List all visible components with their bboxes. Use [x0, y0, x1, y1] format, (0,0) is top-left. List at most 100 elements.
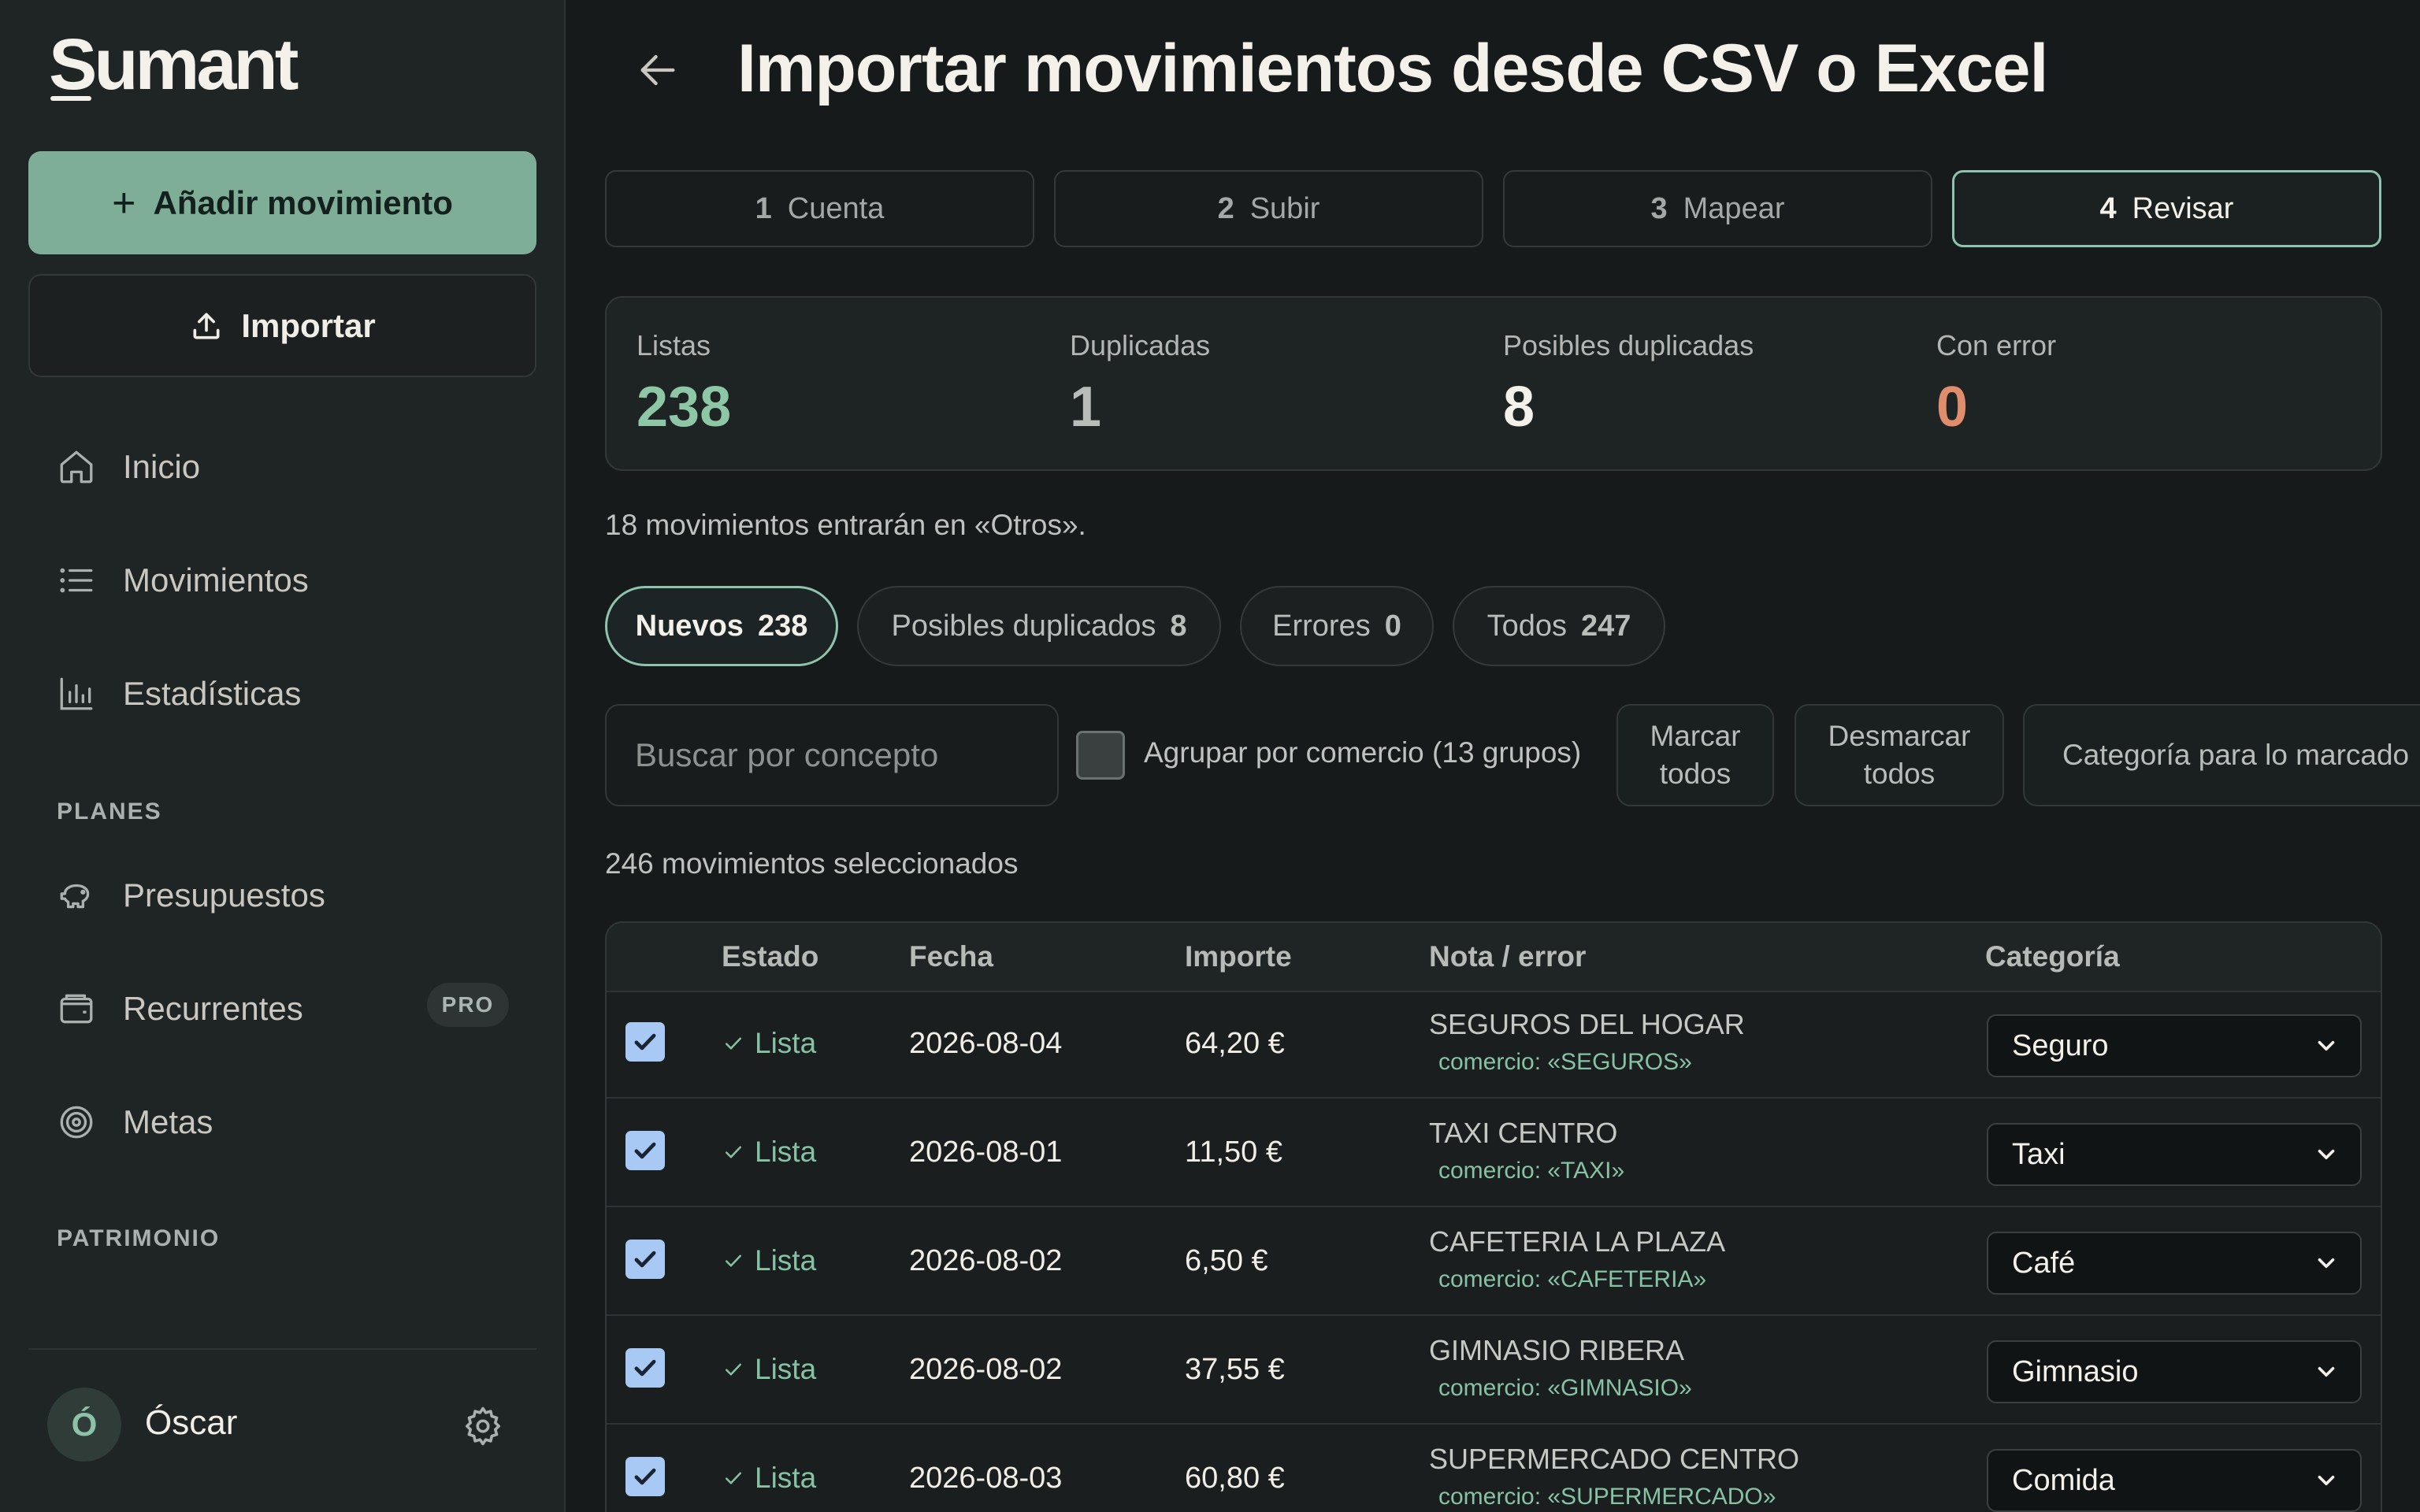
- check-icon: [726, 1254, 741, 1267]
- row-amount: 64,20 €: [1185, 1027, 1285, 1060]
- nav-item-label: Inicio: [123, 448, 201, 485]
- nav-item-label: Movimientos: [123, 561, 309, 598]
- stat-label: Listas: [637, 329, 711, 361]
- row-date: 2026-08-02: [909, 1353, 1063, 1386]
- import-button[interactable]: Importar: [28, 274, 536, 377]
- plus-icon: +: [112, 180, 136, 226]
- row-concept: SEGUROS DEL HOGAR: [1429, 1008, 1745, 1040]
- step-subir[interactable]: 2 Subir: [1054, 170, 1483, 247]
- summary-stats: Listas 238 Duplicadas 1 Posibles duplica…: [605, 296, 2382, 471]
- row-amount: 60,80 €: [1185, 1462, 1285, 1495]
- stat-listas: Listas 238: [637, 329, 731, 439]
- filter-label: Nuevos: [635, 609, 744, 643]
- wallet-icon: [60, 994, 93, 1024]
- row-date: 2026-08-03: [909, 1462, 1063, 1495]
- column-header-importe: Importe: [1185, 940, 1292, 973]
- search-input[interactable]: [605, 704, 1059, 806]
- transactions-table: Estado Fecha Importe Nota / error Catego…: [605, 921, 2382, 1512]
- nav-item-metas[interactable]: Metas: [57, 1095, 213, 1150]
- add-transaction-button[interactable]: + Añadir movimiento: [28, 151, 536, 254]
- avatar[interactable]: Ó: [47, 1388, 121, 1462]
- mark-all-button[interactable]: Marcar todos: [1616, 704, 1774, 806]
- nav-item-recurrentes[interactable]: Recurrentes: [57, 981, 303, 1036]
- category-select[interactable]: Comida: [1987, 1449, 2362, 1512]
- row-concept: GIMNASIO RIBERA: [1429, 1334, 1685, 1366]
- row-amount: 37,55 €: [1185, 1353, 1285, 1386]
- section-label-patrimonio: PATRIMONIO: [57, 1225, 221, 1251]
- sidebar-divider: [28, 1348, 536, 1350]
- stat-label: Posibles duplicadas: [1503, 329, 1754, 361]
- step-label: Revisar: [2132, 191, 2234, 225]
- table-row: Lista 2026-08-01 11,50 € TAXI CENTRO com…: [607, 1101, 2381, 1207]
- step-label: Cuenta: [787, 191, 885, 225]
- table-header: Estado Fecha Importe Nota / error Catego…: [607, 923, 2381, 992]
- gear-icon[interactable]: [462, 1405, 504, 1447]
- row-status-label: Lista: [755, 1244, 817, 1277]
- nav-item-inicio[interactable]: Inicio: [57, 439, 200, 495]
- step-number: 1: [755, 191, 772, 225]
- group-by-merchant-checkbox[interactable]: [1076, 731, 1125, 780]
- row-merchant: comercio: «CAFETERIA»: [1438, 1266, 1707, 1292]
- category-select[interactable]: Taxi: [1987, 1123, 2362, 1186]
- group-by-merchant-label[interactable]: Agrupar por comercio (13 grupos): [1144, 736, 1581, 769]
- row-status-label: Lista: [755, 1353, 817, 1385]
- row-status-label: Lista: [755, 1027, 817, 1059]
- row-concept: TAXI CENTRO: [1429, 1117, 1618, 1149]
- filter-nuevos[interactable]: Nuevos 238: [605, 586, 838, 666]
- home-icon: [60, 450, 93, 484]
- nav-item-label: Presupuestos: [123, 876, 325, 914]
- nav-item-estadisticas[interactable]: Estadísticas: [57, 666, 301, 721]
- filter-todos[interactable]: Todos 247: [1453, 586, 1665, 666]
- stat-value: 0: [1936, 376, 1969, 439]
- row-status-label: Lista: [755, 1462, 817, 1494]
- import-label: Importar: [241, 306, 376, 344]
- filter-errores[interactable]: Errores 0: [1240, 586, 1434, 666]
- category-select[interactable]: Gimnasio: [1987, 1340, 2362, 1403]
- nav-item-label: Metas: [123, 1103, 213, 1140]
- filter-label: Todos: [1487, 609, 1567, 643]
- user-name[interactable]: Óscar: [145, 1403, 237, 1443]
- table-row: Lista 2026-08-03 60,80 € SUPERMERCADO CE…: [607, 1427, 2381, 1512]
- nav-item-movimientos[interactable]: Movimientos: [57, 553, 309, 608]
- category-select[interactable]: Seguro: [1987, 1014, 2362, 1077]
- check-icon: [634, 1359, 656, 1377]
- stat-label: Duplicadas: [1070, 329, 1211, 361]
- row-checkbox[interactable]: [625, 1131, 665, 1170]
- category-select-value: Taxi: [2012, 1137, 2066, 1171]
- app-logo[interactable]: Sumant: [49, 24, 299, 106]
- upload-icon: [193, 313, 220, 339]
- step-revisar[interactable]: 4 Revisar: [1952, 170, 2381, 247]
- row-merchant: comercio: «TAXI»: [1438, 1158, 1625, 1184]
- row-checkbox[interactable]: [625, 1240, 665, 1279]
- selected-count: 246 movimientos seleccionados: [605, 847, 1019, 880]
- nav-item-presupuestos[interactable]: Presupuestos: [57, 868, 325, 923]
- row-checkbox[interactable]: [625, 1457, 665, 1496]
- stat-duplicadas: Duplicadas 1: [1070, 329, 1210, 439]
- row-date: 2026-08-02: [909, 1244, 1063, 1277]
- back-arrow-icon[interactable]: [635, 47, 681, 93]
- sidebar: Sumant + Añadir movimiento Importar Inic…: [0, 0, 566, 1512]
- otros-note: 18 movimientos entrarán en «Otros».: [605, 509, 1086, 541]
- check-icon: [634, 1142, 656, 1159]
- step-label: Mapear: [1683, 191, 1785, 225]
- step-number: 2: [1217, 191, 1234, 225]
- step-mapear[interactable]: 3 Mapear: [1503, 170, 1932, 247]
- filter-count: 247: [1581, 609, 1631, 643]
- unmark-all-button[interactable]: Desmarcar todos: [1795, 704, 2004, 806]
- row-checkbox[interactable]: [625, 1348, 665, 1388]
- filter-posibles-duplicados[interactable]: Posibles duplicados 8: [857, 586, 1221, 666]
- filter-label: Errores: [1272, 609, 1371, 643]
- row-merchant: comercio: «SUPERMERCADO»: [1438, 1484, 1776, 1510]
- step-number: 3: [1650, 191, 1668, 225]
- row-status: Lista: [722, 1353, 816, 1386]
- row-checkbox[interactable]: [625, 1022, 665, 1062]
- stat-con-error: Con error 0: [1936, 329, 2056, 439]
- stat-value: 8: [1503, 376, 1535, 439]
- piggy-bank-icon: [60, 884, 90, 909]
- check-icon: [726, 1363, 741, 1376]
- category-for-marked-button[interactable]: Categoría para lo marcado: [2023, 704, 2420, 806]
- step-cuenta[interactable]: 1 Cuenta: [605, 170, 1034, 247]
- row-amount: 11,50 €: [1185, 1136, 1282, 1169]
- chevron-down-icon: [2318, 1149, 2335, 1160]
- category-select[interactable]: Café: [1987, 1232, 2362, 1295]
